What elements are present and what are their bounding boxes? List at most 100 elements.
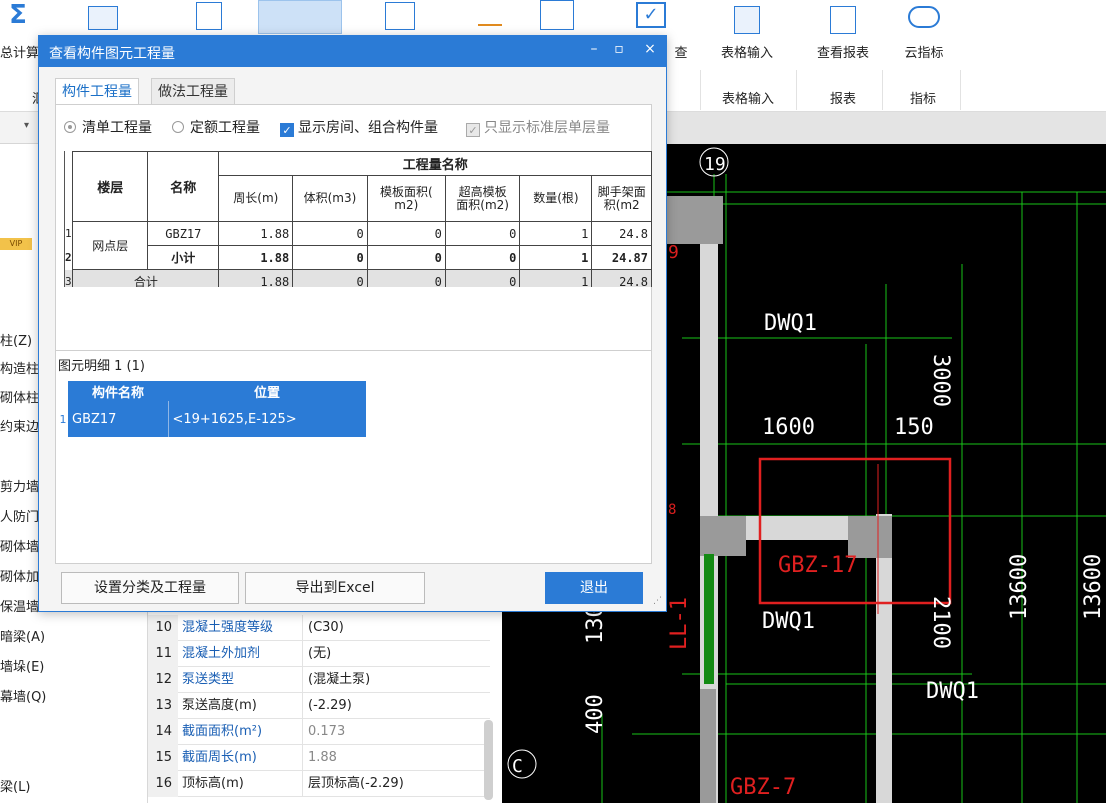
element-detail-panel: 图元明细 1 (1) 构件名称 位置 1 GBZ17 <19+1625,E-12… <box>55 350 652 564</box>
wall-label: DWQ1 <box>926 679 979 704</box>
detail-table: 构件名称 位置 1 GBZ17 <19+1625,E-125> <box>58 381 366 437</box>
radio-bill-quantity[interactable]: 清单工程量 <box>64 117 152 137</box>
divider <box>302 693 303 719</box>
tree-item-shear-wall[interactable]: 剪力墙 <box>0 476 39 495</box>
set-category-button[interactable]: 设置分类及工程量 <box>61 572 239 604</box>
vip-badge: VIP <box>0 238 32 250</box>
resize-grip-icon[interactable]: ⋰ <box>653 596 662 606</box>
table-row[interactable]: 2 小计 1.88 0 0 0 1 24.87 <box>65 245 652 270</box>
divider <box>302 667 303 693</box>
maximize-button[interactable]: ▫ <box>609 41 629 57</box>
property-row[interactable]: 14 截面面积(m²) 0.173 <box>148 719 490 745</box>
group-table-input-label: 表格输入 <box>722 92 775 107</box>
checkbox-show-room[interactable]: ✓ 显示房间、组合构件量 <box>280 117 438 137</box>
beam-label: LL-1 <box>667 597 692 650</box>
cloud-index-button[interactable]: 云指标 <box>892 0 956 70</box>
col-header: 脚手架面 积(m2 <box>591 175 652 222</box>
col-header-position: 位置 <box>168 381 366 401</box>
table-row[interactable]: 1 网点层 GBZ17 1.88 0 0 0 1 24.8 <box>65 221 652 270</box>
property-row[interactable]: 16 顶标高(m) 层顶标高(-2.29) <box>148 771 490 797</box>
tree-item-masonry-wall[interactable]: 砌体墙 <box>0 536 39 555</box>
axis-label: C <box>512 756 523 777</box>
floor-cell: 网点层 <box>72 221 149 270</box>
table-row[interactable]: 1 GBZ17 <19+1625,E-125> <box>58 401 366 437</box>
export-excel-button[interactable]: 导出到Excel <box>245 572 425 604</box>
checkbox-standard-floor[interactable]: ✓ 只显示标准层单层量 <box>466 117 610 137</box>
tree-item-masonry-add[interactable]: 砌体加 <box>0 566 39 585</box>
partial-label: 9 <box>668 242 679 263</box>
tree-item-masonry-column[interactable]: 砌体柱 <box>0 387 39 406</box>
separator <box>960 70 961 110</box>
pen-icon[interactable] <box>478 8 502 26</box>
quantity-table: 楼层 名称 工程量名称 周长(m) 体积(m3) 模板面积(m2) 超高模板 面积… <box>64 151 652 287</box>
divider <box>302 745 303 771</box>
tree-item-defense-door[interactable]: 人防门 <box>0 506 39 525</box>
view-report-button[interactable]: 查看报表 <box>806 0 880 70</box>
table-input-button[interactable]: 表格输入 <box>712 0 782 70</box>
properties-panel: 10 混凝土强度等级 (C30) 11 混凝土外加剂 (无) 12 泵送类型 (混凝土泵) … <box>148 615 502 803</box>
dimension-text: 3000 <box>928 354 953 407</box>
tree-item-constructional-column[interactable]: 构造柱 <box>0 358 39 377</box>
properties-scrollbar[interactable] <box>484 720 493 800</box>
group-header: 工程量名称 <box>218 151 652 176</box>
radio-icon <box>64 121 76 133</box>
minimize-button[interactable]: – <box>584 41 604 57</box>
col-header: 超高模板 面积(m2) <box>444 175 521 222</box>
col-header: 体积(m3) <box>292 175 368 222</box>
check-icon[interactable]: ✓ <box>636 2 666 28</box>
report-search-icon[interactable] <box>196 2 222 30</box>
group-index-label: 指标 <box>910 92 937 107</box>
separator <box>700 70 701 110</box>
exit-button[interactable]: 退出 <box>545 572 643 604</box>
column <box>700 516 746 556</box>
tree-item-column[interactable]: 柱(Z) <box>0 330 32 349</box>
dialog-title: 查看构件图元工程量 <box>49 46 175 62</box>
link-beam <box>704 554 714 684</box>
property-row[interactable]: 15 截面周长(m) 1.88 <box>148 745 490 771</box>
chevron-down-icon[interactable]: ▾ <box>24 120 29 131</box>
partial-label: 8 <box>668 502 676 518</box>
divider <box>302 615 303 641</box>
checkbox-icon: ✓ <box>466 123 480 137</box>
column-label: GBZ-17 <box>778 553 857 578</box>
property-row[interactable]: 11 混凝土外加剂 (无) <box>148 641 490 667</box>
col-header-floor: 楼层 <box>72 151 149 222</box>
dimension-text: 400 <box>583 694 608 734</box>
divider <box>302 719 303 745</box>
wall-label: DWQ1 <box>762 609 815 634</box>
dimension-text: 150 <box>894 415 934 440</box>
divider <box>302 771 303 797</box>
tree-item-curtain-wall[interactable]: 幕墙(Q) <box>0 686 46 705</box>
tree-item-wall-pier[interactable]: 墙垛(E) <box>0 656 44 675</box>
tree-item-insulation-wall[interactable]: 保温墙 <box>0 596 39 615</box>
property-row[interactable]: 12 泵送类型 (混凝土泵) <box>148 667 490 693</box>
tree-item-boundary[interactable]: 约束边 <box>0 416 39 435</box>
dialog-titlebar[interactable]: 查看构件图元工程量 – ▫ × <box>39 36 666 67</box>
grid-tool-icon[interactable] <box>88 6 118 30</box>
close-button[interactable]: × <box>640 41 660 57</box>
dimension-text: 2100 <box>928 596 953 649</box>
app-window: Σ 总计算 ✓ 查 表格输入 查看报表 云指标 汇 表格输入 报表 指标 <box>0 0 1106 803</box>
separator <box>882 70 883 110</box>
column <box>848 516 892 558</box>
separator <box>796 70 797 110</box>
col-header: 周长(m) <box>218 175 294 222</box>
dimension-text: 1600 <box>762 415 815 440</box>
group-report-label: 报表 <box>830 92 857 107</box>
cloud-chart-icon <box>908 6 940 28</box>
col-header: 数量(根) <box>519 175 593 222</box>
col-header: 模板面积(m2) <box>366 175 446 222</box>
tab-method-quantity[interactable]: 做法工程量 <box>151 78 235 105</box>
dimension-text: 13600 <box>1007 554 1032 620</box>
active-view-button[interactable] <box>258 0 342 34</box>
check-button-partial[interactable]: 查 <box>668 0 694 70</box>
table-row-total[interactable]: 3 合计 1.88 0 0 0 1 24.8 <box>65 269 652 287</box>
formula-icon[interactable] <box>385 2 415 30</box>
property-row[interactable]: 10 混凝土强度等级 (C30) <box>148 615 490 641</box>
tab-component-quantity[interactable]: 构件工程量 <box>55 78 139 105</box>
tree-item-beam[interactable]: 梁(L) <box>0 776 30 795</box>
radio-quota-quantity[interactable]: 定额工程量 <box>172 117 260 137</box>
property-row[interactable]: 13 泵送高度(m) (-2.29) <box>148 693 490 719</box>
table-grid-icon[interactable] <box>540 0 574 30</box>
tree-item-hidden-beam[interactable]: 暗梁(A) <box>0 626 45 645</box>
